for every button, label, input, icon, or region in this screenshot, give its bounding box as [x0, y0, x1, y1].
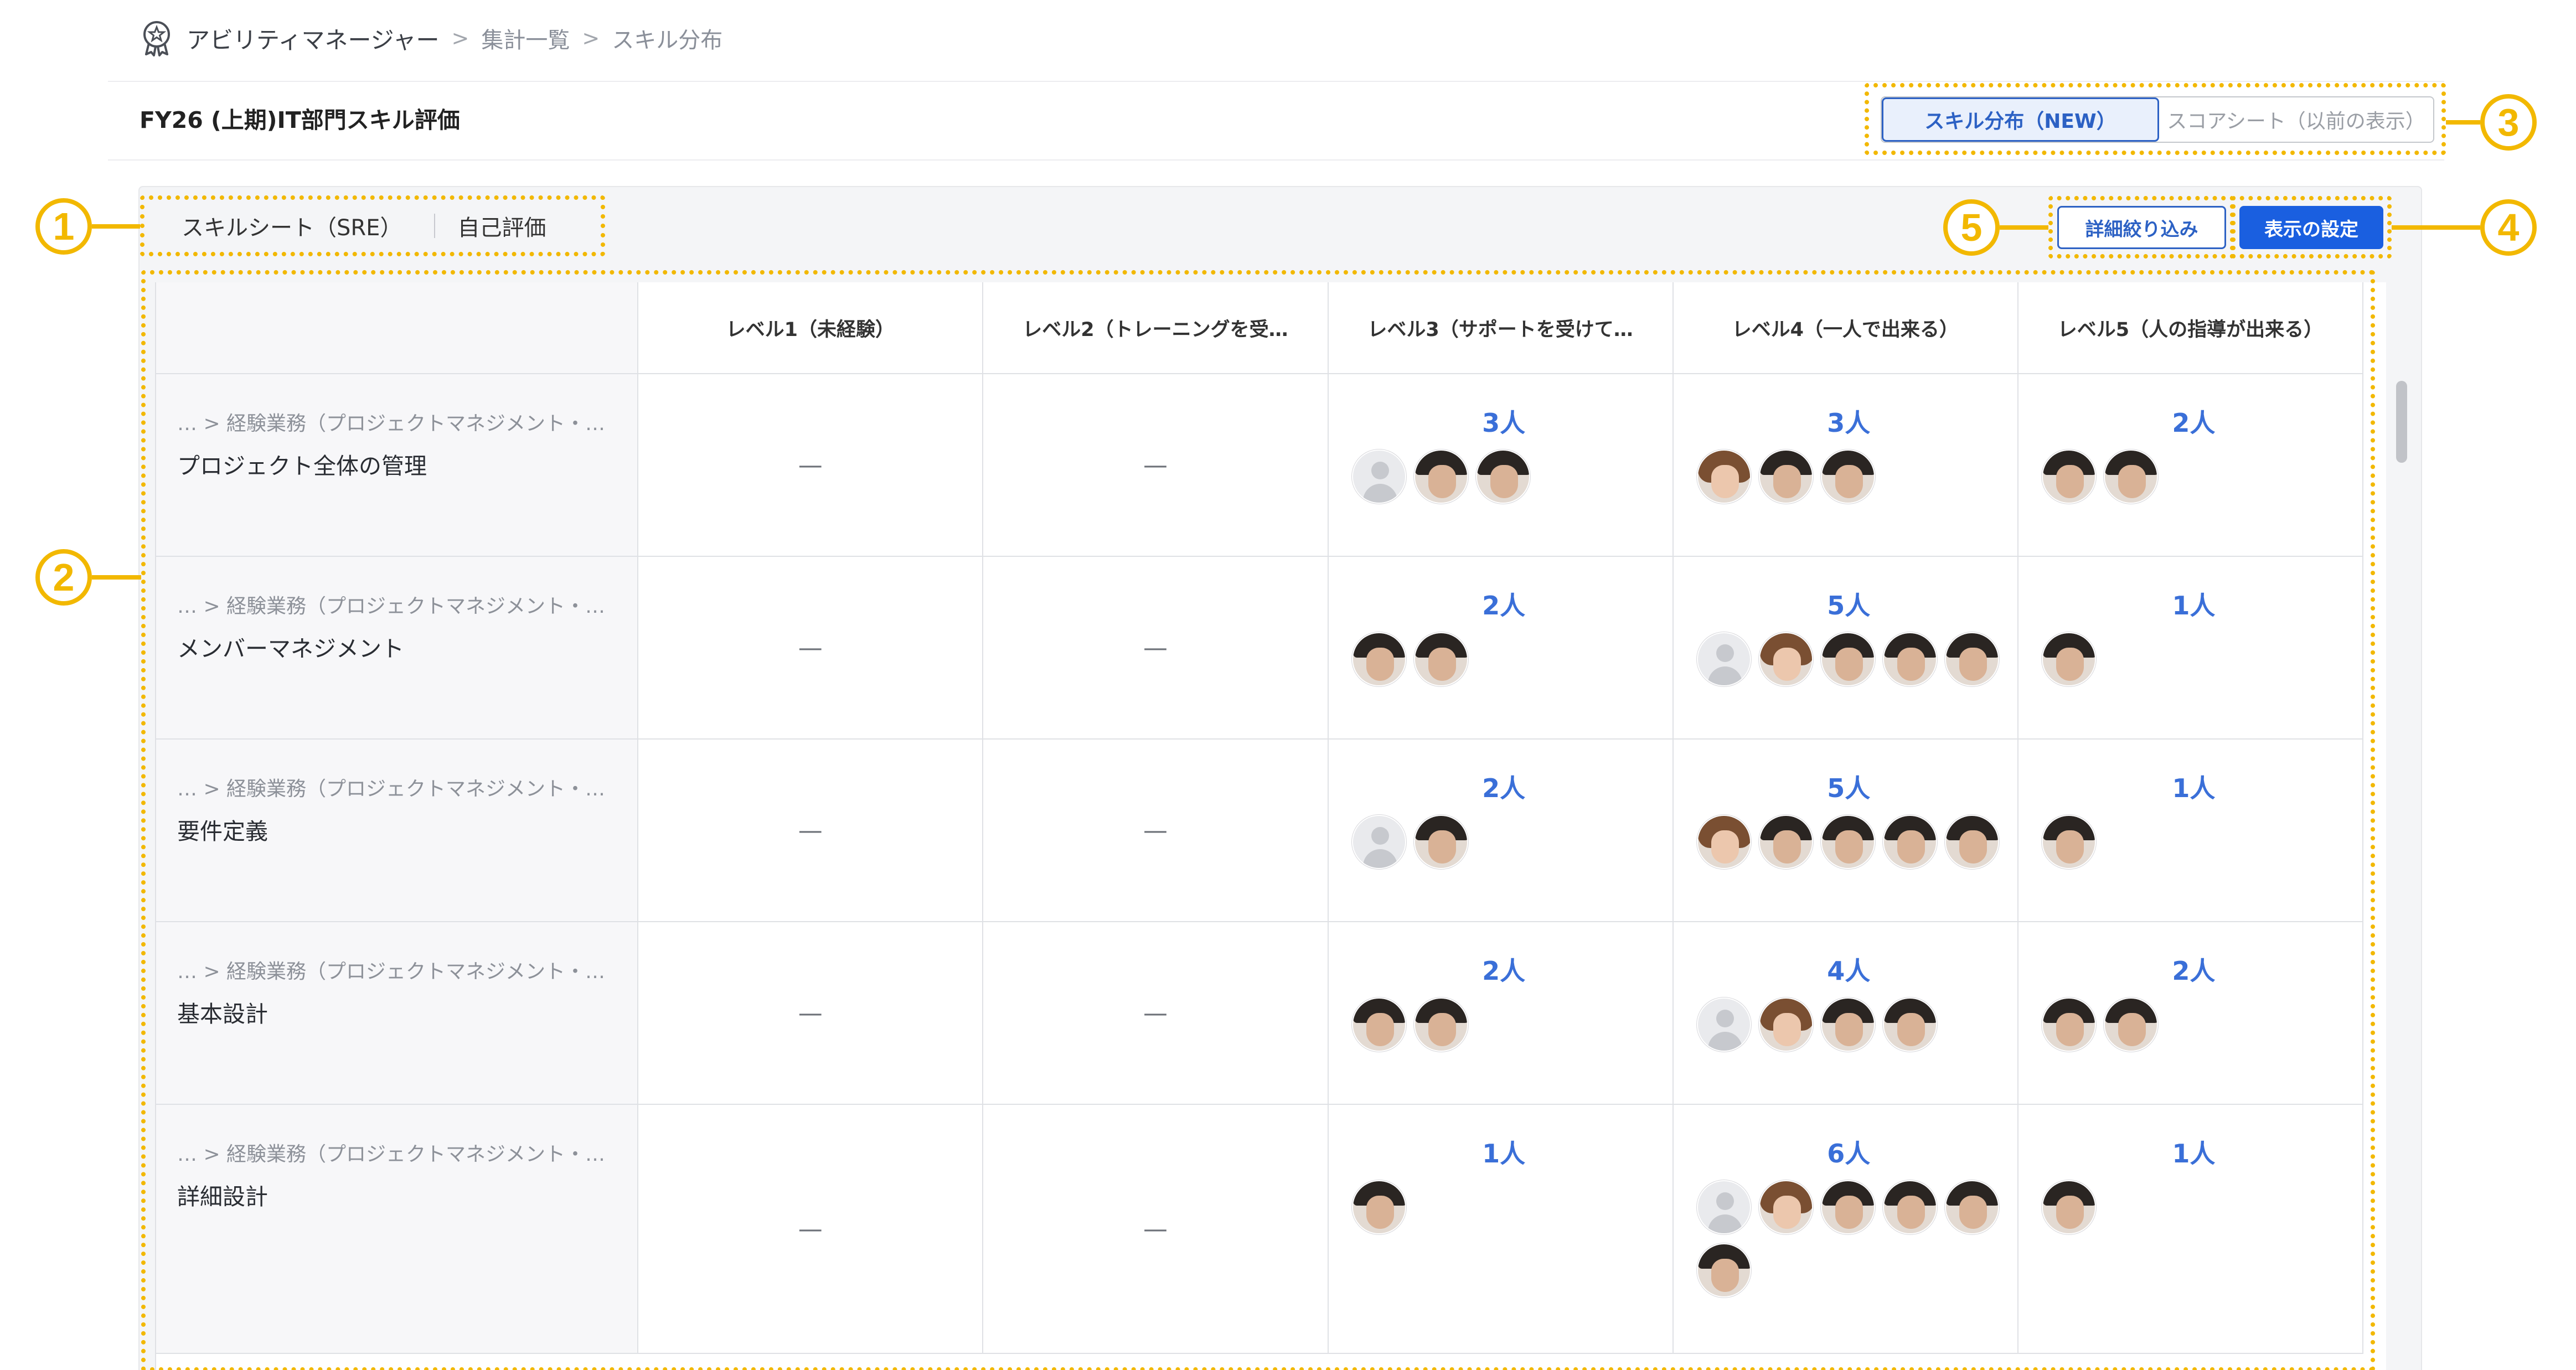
- breadcrumb-app-label: アビリティマネージャー: [187, 26, 440, 54]
- callout-line: [2392, 225, 2480, 230]
- callout-frame-3: [1865, 83, 2446, 155]
- divider: [108, 159, 2444, 161]
- callout-line: [92, 575, 141, 580]
- callout-frame-1: [140, 195, 605, 256]
- breadcrumb-current: スキル分布: [612, 28, 723, 53]
- callout-line: [92, 224, 140, 229]
- breadcrumb-app[interactable]: アビリティマネージャー: [141, 20, 440, 56]
- callout-number-1: 1: [35, 198, 92, 255]
- callout-number-5: 5: [1943, 199, 2000, 256]
- callout-frame-2: [141, 270, 2375, 1370]
- page-title: FY26 (上期)IT部門スキル評価: [140, 107, 460, 133]
- callout-line: [2446, 120, 2480, 125]
- chevron-right-icon: >: [582, 26, 600, 50]
- award-badge-icon: [143, 21, 170, 56]
- chevron-right-icon: >: [451, 26, 469, 50]
- scrollbar-thumb[interactable]: [2396, 381, 2407, 463]
- callout-number-4: 4: [2480, 199, 2537, 256]
- callout-number-2: 2: [35, 549, 92, 606]
- breadcrumb-item[interactable]: 集計一覧: [481, 22, 570, 54]
- callout-frame-5: [2048, 196, 2234, 259]
- divider: [108, 81, 2444, 82]
- callout-frame-4: [2231, 196, 2392, 259]
- callout-line: [2000, 225, 2048, 230]
- callout-number-3: 3: [2480, 94, 2537, 151]
- vertical-scrollbar[interactable]: [2393, 376, 2409, 1362]
- breadcrumb: アビリティマネージャー > 集計一覧 > スキル分布: [141, 20, 722, 56]
